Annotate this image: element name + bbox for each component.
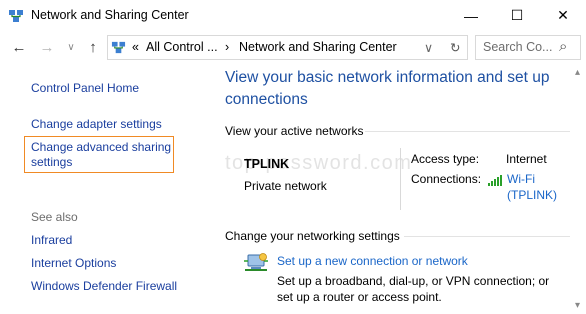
- active-networks-title: View your active networks: [225, 124, 364, 138]
- sidebar-link-control-panel-home[interactable]: Control Panel Home: [31, 81, 139, 95]
- connection-wifi-link[interactable]: Wi-Fi: [507, 172, 535, 186]
- network-name: TPLINK: [244, 157, 290, 171]
- sidebar-link-advanced-sharing[interactable]: Change advanced sharing: [31, 140, 171, 154]
- breadcrumb-separator[interactable]: ›: [225, 40, 229, 54]
- change-settings-title: Change your networking settings: [225, 229, 400, 243]
- recent-locations-dropdown[interactable]: ∨: [62, 38, 80, 56]
- sidebar-link-firewall[interactable]: Windows Defender Firewall: [31, 279, 177, 293]
- page-title: View your basic network information and …: [225, 69, 550, 108]
- minimize-button[interactable]: —: [448, 0, 494, 31]
- scroll-down-button[interactable]: ▾: [575, 300, 580, 311]
- vertical-scrollbar[interactable]: [574, 65, 586, 314]
- connections-label: Connections:: [411, 172, 482, 186]
- up-button[interactable]: ↑: [84, 38, 102, 56]
- back-button[interactable]: ←: [10, 38, 28, 56]
- forward-button[interactable]: →: [38, 38, 56, 56]
- setup-new-connection-link[interactable]: Set up a new connection or network: [277, 254, 468, 268]
- network-divider: [400, 148, 401, 210]
- see-also-label: See also: [31, 210, 78, 224]
- scroll-up-button[interactable]: ▴: [575, 67, 580, 78]
- sidebar-link-internet-options[interactable]: Internet Options: [31, 256, 116, 270]
- connection-wifi-link-line2[interactable]: (TPLINK): [507, 188, 557, 202]
- new-connection-icon: [244, 253, 268, 271]
- close-button[interactable]: ✕: [540, 0, 586, 31]
- window-title: Network and Sharing Center: [31, 8, 189, 22]
- sidebar-link-infrared[interactable]: Infrared: [31, 233, 72, 247]
- setup-description: Set up a broadband, dial-up, or VPN conn…: [277, 274, 550, 288]
- setup-description-line2: set up a router or access point.: [277, 290, 442, 304]
- section-rule: [365, 131, 570, 132]
- access-type-value: Internet: [506, 152, 547, 166]
- search-icon[interactable]: ⌕: [559, 38, 567, 55]
- sidebar-link-advanced-sharing-line2[interactable]: settings: [31, 155, 72, 169]
- section-rule: [404, 236, 570, 237]
- network-type[interactable]: Private network: [244, 179, 327, 193]
- access-type-label: Access type:: [411, 152, 480, 166]
- breadcrumb-dropdown[interactable]: ∨: [424, 40, 433, 55]
- breadcrumb-overflow[interactable]: «: [132, 40, 139, 54]
- breadcrumb-current[interactable]: Network and Sharing Center: [239, 40, 397, 54]
- sidebar-link-change-adapter[interactable]: Change adapter settings: [31, 117, 162, 131]
- search-placeholder: Search Co...: [483, 40, 553, 54]
- wifi-signal-icon: [488, 175, 502, 186]
- breadcrumb-parent[interactable]: All Control ...: [146, 40, 218, 54]
- maximize-button[interactable]: ☐: [494, 0, 540, 31]
- network-center-icon: [9, 10, 23, 22]
- network-center-icon: [111, 41, 126, 54]
- refresh-button[interactable]: ↻: [450, 40, 460, 55]
